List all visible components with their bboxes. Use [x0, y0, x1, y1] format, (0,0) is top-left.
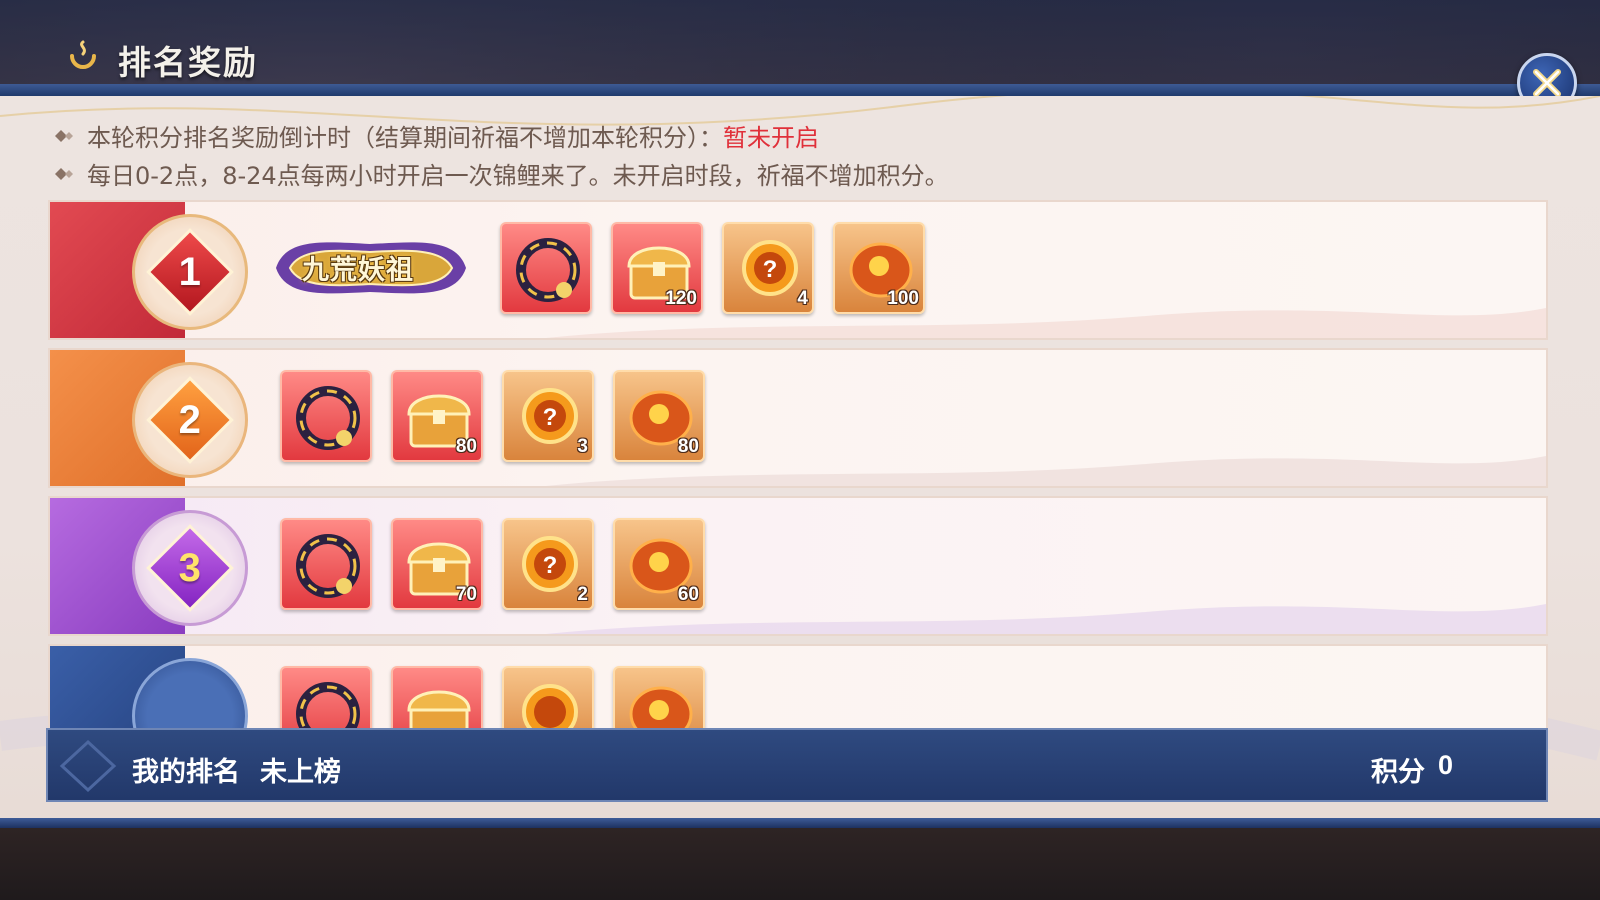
wreath-frame-icon [296, 534, 360, 598]
rank-badge-2: 2 [132, 362, 248, 478]
my-rank-value: 未上榜 [260, 757, 341, 788]
title-reward-badge[interactable]: 九荒妖祖 [266, 232, 474, 304]
bullet-icon [55, 167, 73, 180]
countdown-status: 暂未开启 [723, 124, 819, 152]
notice-countdown-text: 本轮积分排名奖励倒计时（结算期间祈福不增加本轮积分）： [87, 124, 723, 152]
my-rank-bar: 我的排名 未上榜 积分 0 [46, 728, 1548, 802]
rank-diamond: 1 [146, 228, 234, 316]
reward-quantity: 70 [455, 584, 477, 605]
my-rank-label: 我的排名 [132, 757, 240, 788]
treasure-chest-icon [407, 690, 471, 728]
header-divider [0, 84, 1600, 96]
rank-row-4-10: 4-10 [48, 644, 1548, 728]
reward-item[interactable]: 70 [391, 518, 483, 610]
title-reward-label: 九荒妖祖 [302, 255, 414, 286]
my-score-label: 积分 [1371, 757, 1425, 788]
wreath-frame-icon [296, 386, 360, 450]
rank-diamond: 2 [146, 376, 234, 464]
reward-item[interactable] [613, 666, 705, 728]
row-wave-decoration [546, 308, 1546, 338]
row-wave-decoration [546, 604, 1546, 634]
notice-schedule: 每日0-2点，8-24点每两小时开启一次锦鲤来了。未开启时段，祈福不增加积分。 [55, 156, 949, 191]
rank-number: 2 [178, 397, 202, 442]
rank-number: 3 [178, 545, 202, 590]
svg-text:?: ? [543, 404, 558, 431]
reward-quantity: 80 [455, 436, 477, 457]
moon-spiral-icon [70, 40, 96, 69]
reward-item[interactable] [280, 518, 372, 610]
mystery-orb-icon [522, 684, 578, 728]
emblem-decoration [59, 739, 117, 793]
notice-schedule-text: 每日0-2点，8-24点每两小时开启一次锦鲤来了。未开启时段，祈福不增加积分。 [87, 162, 949, 190]
footer-backdrop [0, 828, 1600, 900]
reward-item[interactable] [502, 666, 594, 728]
svg-text:?: ? [763, 256, 778, 283]
reward-item[interactable] [280, 666, 372, 728]
bullet-icon [55, 129, 73, 142]
rank-number: 1 [178, 249, 202, 294]
my-score-value: 0 [1438, 750, 1454, 780]
rank-row-1: 1 九荒妖祖 120 ? 4 100 [48, 200, 1548, 340]
rank-diamond: 3 [146, 524, 234, 612]
panel-bottom-edge [0, 818, 1600, 828]
reward-item[interactable] [391, 666, 483, 728]
rank-list[interactable]: 1 九荒妖祖 120 ? 4 100 2 80 ? 3 80 3 70 ? 2 … [48, 200, 1548, 728]
page-title: 排名奖励 [118, 43, 258, 82]
rank-row-3: 3 70 ? 2 60 [48, 496, 1548, 636]
reward-item[interactable] [280, 370, 372, 462]
wreath-frame-icon [296, 682, 360, 728]
sun-stone-icon [629, 686, 693, 728]
rank-badge-3: 3 [132, 510, 248, 626]
row-wave-decoration [546, 456, 1546, 486]
rank-row-2: 2 80 ? 3 80 [48, 348, 1548, 488]
reward-item[interactable]: 80 [391, 370, 483, 462]
rank-badge-1: 1 [132, 214, 248, 330]
svg-text:?: ? [543, 552, 558, 579]
notice-countdown: 本轮积分排名奖励倒计时（结算期间祈福不增加本轮积分）： 暂未开启 [55, 118, 819, 153]
